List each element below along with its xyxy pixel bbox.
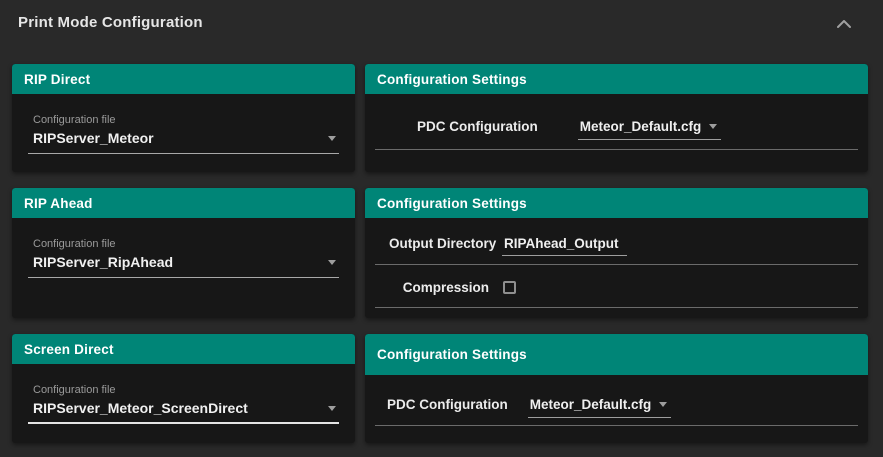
pdc-configuration-label: PDC Configuration <box>387 397 508 412</box>
pdc-configuration-label: PDC Configuration <box>417 119 538 134</box>
configuration-file-label: Configuration file <box>28 384 339 396</box>
compression-label: Compression <box>389 280 489 295</box>
screen-direct-settings-panel: Configuration Settings PDC Configuration… <box>365 334 868 443</box>
rip-direct-settings-panel: Configuration Settings PDC Configuration… <box>365 64 868 172</box>
configuration-file-label: Configuration file <box>28 238 339 250</box>
output-directory-label: Output Directory <box>389 236 489 251</box>
panel-title: RIP Ahead <box>24 196 93 211</box>
caret-down-icon <box>328 136 336 141</box>
pdc-configuration-value: Meteor_Default.cfg <box>530 397 652 412</box>
configuration-file-select[interactable]: RIPServer_Meteor_ScreenDirect <box>28 400 339 424</box>
page-title: Print Mode Configuration <box>18 14 203 31</box>
caret-down-icon <box>709 124 717 129</box>
print-mode-configuration-header: Print Mode Configuration <box>0 0 883 64</box>
configuration-settings-header: Configuration Settings <box>365 188 868 218</box>
pdc-configuration-select[interactable]: Meteor_Default.cfg <box>528 397 672 418</box>
panel-title: Screen Direct <box>24 342 114 357</box>
pdc-configuration-row: PDC Configuration Meteor_Default.cfg <box>365 397 868 418</box>
panel-title: Configuration Settings <box>377 347 527 362</box>
rip-direct-panel: RIP Direct Configuration file RIPServer_… <box>12 64 355 172</box>
caret-down-icon <box>328 406 336 411</box>
compression-checkbox[interactable] <box>503 281 516 294</box>
panel-title: Configuration Settings <box>377 196 527 211</box>
panel-title: Configuration Settings <box>377 72 527 87</box>
caret-down-icon <box>328 260 336 265</box>
configuration-file-label: Configuration file <box>28 114 339 126</box>
pdc-configuration-select[interactable]: Meteor_Default.cfg <box>578 119 722 140</box>
rip-direct-settings-body: PDC Configuration Meteor_Default.cfg <box>365 94 868 150</box>
configuration-file-select[interactable]: RIPServer_RipAhead <box>28 254 339 278</box>
rip-ahead-panel: RIP Ahead Configuration file RIPServer_R… <box>12 188 355 318</box>
configuration-file-value: RIPServer_Meteor <box>33 130 154 146</box>
caret-down-icon <box>659 402 667 407</box>
row-divider <box>375 425 858 426</box>
panel-title: RIP Direct <box>24 72 90 87</box>
pdc-configuration-row: PDC Configuration Meteor_Default.cfg <box>365 119 868 140</box>
row-divider <box>375 264 858 265</box>
screen-direct-panel-header: Screen Direct <box>12 334 355 364</box>
pdc-configuration-value: Meteor_Default.cfg <box>580 119 702 134</box>
row-divider <box>375 307 858 308</box>
output-directory-input[interactable]: RIPAhead_Output <box>502 236 627 256</box>
configuration-settings-header: Configuration Settings <box>365 64 868 94</box>
screen-direct-settings-body: PDC Configuration Meteor_Default.cfg <box>365 375 868 426</box>
rip-ahead-settings-body: Output Directory RIPAhead_Output Compres… <box>365 218 868 308</box>
rip-direct-panel-body: Configuration file RIPServer_Meteor <box>12 94 355 154</box>
rip-ahead-settings-panel: Configuration Settings Output Directory … <box>365 188 868 318</box>
configuration-file-select[interactable]: RIPServer_Meteor <box>28 130 339 154</box>
row-divider <box>375 149 858 150</box>
compression-row: Compression <box>365 276 868 298</box>
rip-direct-panel-header: RIP Direct <box>12 64 355 94</box>
screen-direct-panel-body: Configuration file RIPServer_Meteor_Scre… <box>12 364 355 424</box>
print-mode-grid: RIP Direct Configuration file RIPServer_… <box>0 64 883 443</box>
chevron-up-icon[interactable] <box>835 17 853 31</box>
output-directory-row: Output Directory RIPAhead_Output <box>365 236 868 256</box>
screen-direct-panel: Screen Direct Configuration file RIPServ… <box>12 334 355 443</box>
rip-ahead-panel-header: RIP Ahead <box>12 188 355 218</box>
configuration-file-value: RIPServer_RipAhead <box>33 254 173 270</box>
configuration-file-value: RIPServer_Meteor_ScreenDirect <box>33 400 248 416</box>
configuration-settings-header: Configuration Settings <box>365 334 868 375</box>
rip-ahead-panel-body: Configuration file RIPServer_RipAhead <box>12 218 355 278</box>
